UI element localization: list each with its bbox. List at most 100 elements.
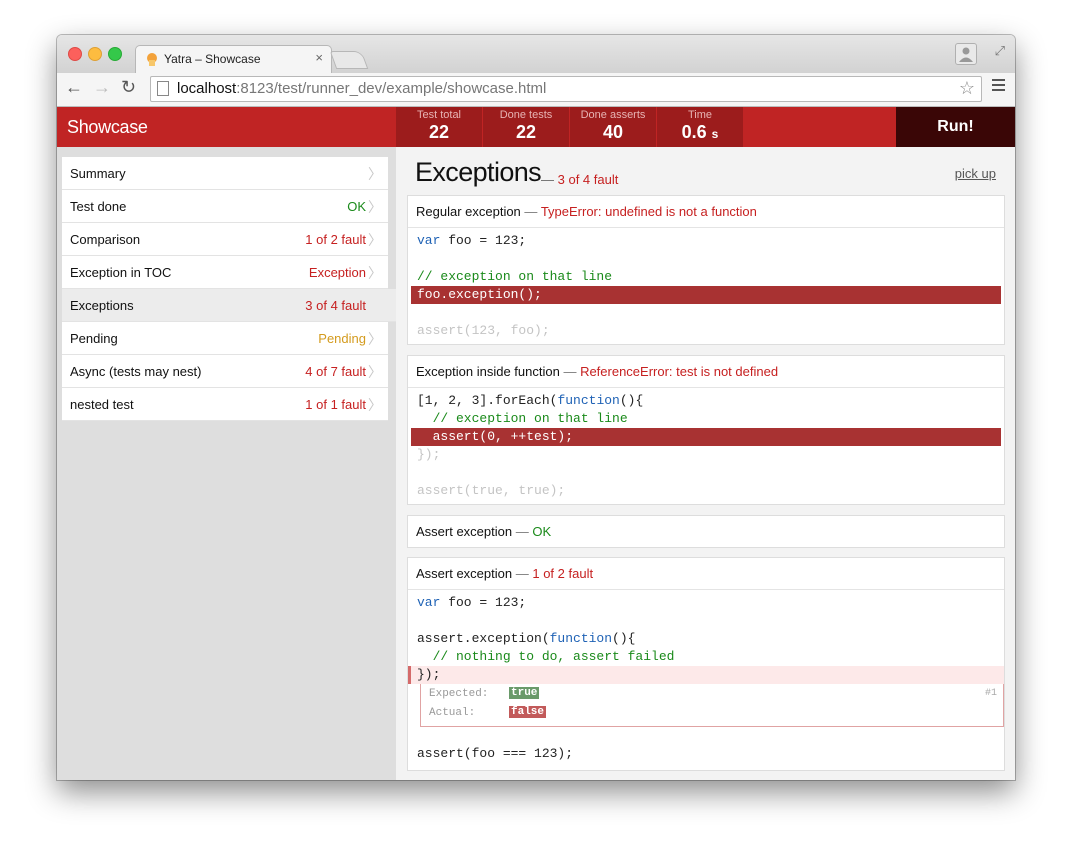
chevron-right-icon: 〉 [368,199,382,215]
user-profile-icon[interactable] [955,43,977,65]
stat-value: 22 [428,122,450,142]
pick-up-link[interactable]: pick up [955,166,996,181]
sidebar-item-label: Test done [70,199,127,214]
code-line: assert(true, true); [417,483,566,498]
code-line: // exception on that line [417,269,613,284]
sidebar-item-label: Exception in TOC [70,265,172,280]
assert-number: #1 [984,688,997,699]
code-block: var foo = 123; assert.exception(function… [408,590,1004,767]
test-card-header[interactable]: Exception inside function — ReferenceErr… [408,356,1004,388]
test-card-header[interactable]: Assert exception — 1 of 2 fault [408,558,1004,590]
sidebar-item-status: 3 of 4 fault [305,298,366,313]
code-line: var foo = 123; [417,595,527,610]
app-header: Showcase Test total 22 Done tests 22 Don… [57,107,1015,147]
chevron-right-icon: 〉 [368,364,382,380]
sidebar-item-status: 1 of 1 fault [305,397,366,412]
sidebar-item-status: 4 of 7 fault [305,364,366,379]
window-close-button[interactable] [68,47,82,61]
expected-value: true [509,687,540,699]
page-icon [157,81,169,96]
test-card-header[interactable]: Assert exception — OK [408,516,1004,547]
app-title: Showcase [67,117,148,137]
sidebar-item-label: Comparison [70,232,141,247]
sidebar-item-label: Exceptions [70,298,134,313]
url-text[interactable]: localhost:8123/test/runner_dev/example/s… [177,80,546,97]
test-card: Regular exception — TypeError: undefined… [407,195,1005,345]
code-line: assert(123, foo); [417,323,550,338]
code-line: [1, 2, 3].forEach(function(){ [417,393,644,408]
error-line: foo.exception(); [411,286,1001,304]
sidebar-item-label: Summary [70,166,126,181]
sidebar-item-test-done[interactable]: Test done OK 〉 [62,190,388,223]
chevron-right-icon: 〉 [368,166,382,182]
hamburger-menu-icon[interactable] [992,79,1005,94]
browser-window: Yatra – Showcase × ⤢ ← → ↻ localhost:812… [57,35,1015,780]
code-block: var foo = 123; // exception on that line… [408,228,1004,344]
stat-time: Time 0.6 s [657,107,743,147]
window-minimize-button[interactable] [88,47,102,61]
sidebar: Summary 〉 Test done OK 〉 Comparison 1 of… [57,147,396,780]
page-summary: — 3 of 4 fault [541,172,619,187]
test-card-header[interactable]: Regular exception — TypeError: undefined… [408,196,1004,228]
sidebar-item-label: Pending [70,331,118,346]
actual-value: false [509,706,547,718]
page-title: Exceptions [415,157,542,187]
test-card: Assert exception — OK [407,515,1005,548]
chevron-right-icon: 〉 [368,232,382,248]
chevron-right-icon: 〉 [368,331,382,347]
sidebar-item-pending[interactable]: Pending Pending 〉 [62,322,388,355]
sidebar-item-exceptions[interactable]: Exceptions 3 of 4 fault [62,289,396,322]
tab-title: Yatra – Showcase [164,52,261,66]
test-card: Exception inside function — ReferenceErr… [407,355,1005,505]
expected-label: Expected: [429,688,489,700]
stat-label: Test total [416,109,462,121]
browser-toolbar: ← → ↻ localhost:8123/test/runner_dev/exa… [57,73,1015,107]
sidebar-item-status: Pending [318,331,366,346]
reload-icon[interactable]: ↻ [121,77,136,98]
address-bar[interactable]: localhost:8123/test/runner_dev/example/s… [150,76,982,102]
sidebar-item-exception-in-toc[interactable]: Exception in TOC Exception 〉 [62,256,388,289]
stat-test-total: Test total 22 [396,107,482,147]
assert-diff-box: Expected: true Actual: false #1 [420,684,1004,727]
forward-arrow-icon[interactable]: → [93,77,111,98]
sidebar-item-label: Async (tests may nest) [70,364,202,379]
stat-label: Time [687,109,713,121]
code-line: var foo = 123; [417,233,527,248]
chevron-right-icon: 〉 [368,397,382,413]
sidebar-item-summary[interactable]: Summary 〉 [62,157,388,190]
fullscreen-icon[interactable]: ⤢ [995,43,1005,59]
code-line: assert.exception(function(){ [417,631,636,646]
run-button[interactable]: Run! [896,107,1015,147]
stat-label: Done tests [499,109,553,121]
failed-assert-line: }); [408,666,1004,684]
window-zoom-button[interactable] [108,47,122,61]
code-line: }); [417,447,441,462]
code-block: [1, 2, 3].forEach(function(){ // excepti… [408,388,1004,504]
code-line: // exception on that line [417,411,628,426]
sidebar-item-comparison[interactable]: Comparison 1 of 2 fault 〉 [62,223,388,256]
browser-tab[interactable]: Yatra – Showcase × [135,45,332,74]
bookmark-star-icon[interactable]: ☆ [959,78,975,99]
back-arrow-icon[interactable]: ← [65,77,83,98]
test-card: Assert exception — 1 of 2 fault var foo … [407,557,1005,771]
sidebar-item-label: nested test [70,397,134,412]
favicon-icon [147,53,157,66]
code-line: // nothing to do, assert failed [417,649,675,664]
tab-strip: Yatra – Showcase × ⤢ [57,35,1015,74]
stat-done-asserts: Done asserts 40 [570,107,656,147]
tab-close-icon[interactable]: × [315,50,323,65]
sidebar-item-async[interactable]: Async (tests may nest) 4 of 7 fault 〉 [62,355,388,388]
new-tab-button[interactable] [329,51,369,69]
error-line: assert(0, ++test); [411,428,1001,446]
main-content: Exceptions — 3 of 4 fault pick up Regula… [396,147,1015,780]
sidebar-item-nested-test[interactable]: nested test 1 of 1 fault 〉 [62,388,388,421]
stat-label: Done asserts [580,109,646,121]
sidebar-item-status: Exception [308,265,366,280]
actual-label: Actual: [429,707,476,719]
stat-value: 22 [515,122,537,142]
